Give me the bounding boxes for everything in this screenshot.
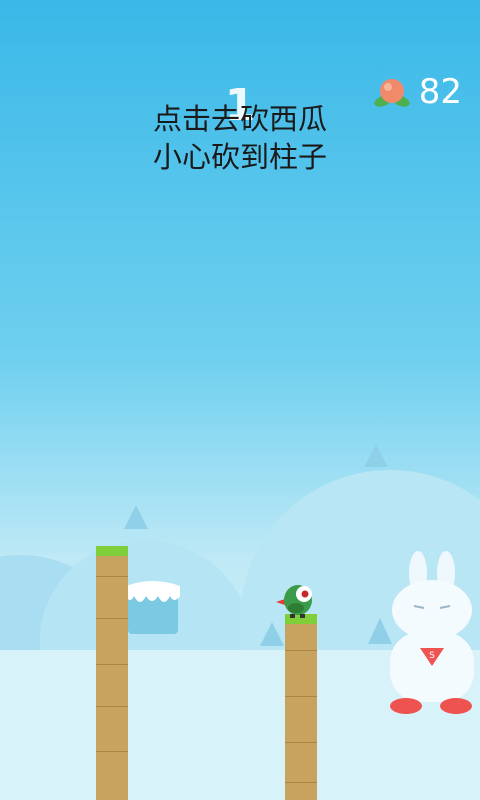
background-tree-icon (364, 445, 388, 467)
coin-count: 82 (418, 72, 462, 112)
pillar-left (96, 546, 128, 800)
background-tree-icon (124, 505, 148, 529)
ice-block-icon (126, 581, 180, 634)
background-tree-icon (260, 622, 284, 646)
ninja-bird-icon (276, 585, 312, 618)
peach-icon (374, 79, 410, 107)
svg-text:S: S (429, 651, 435, 661)
peach-coin-counter: 82 (373, 72, 462, 112)
pillar-right (285, 614, 317, 800)
instruction-line-2: 小心砍到柱子 (152, 140, 327, 174)
game-canvas[interactable]: S 1 点击去砍西瓜 小心砍到柱子 82 (0, 0, 480, 800)
super-rabbit-icon: S (390, 551, 474, 714)
pillar-grass-cap (96, 546, 128, 556)
